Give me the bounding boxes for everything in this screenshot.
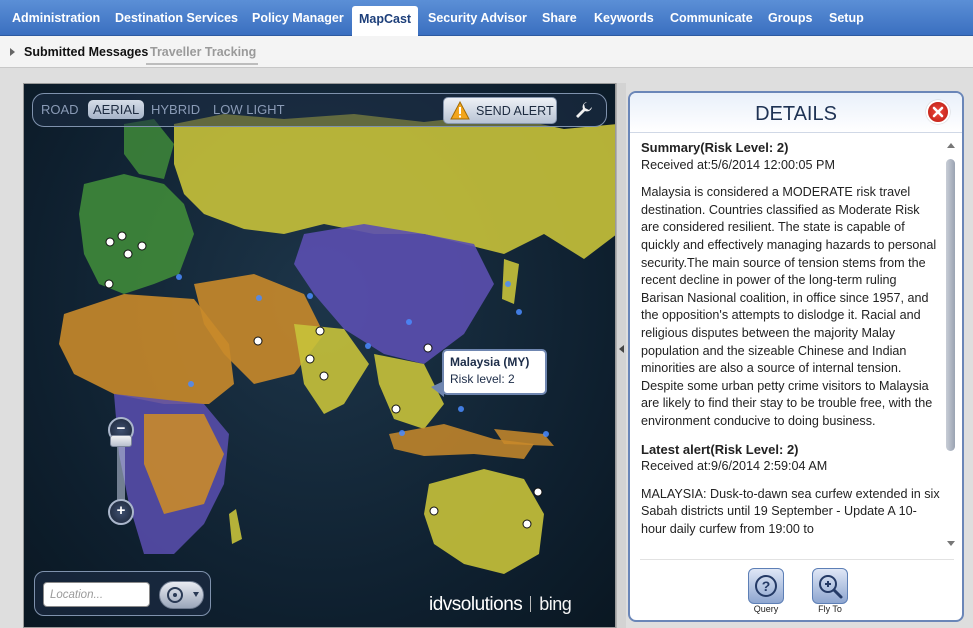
brand-separator [530, 596, 532, 612]
tab-communicate[interactable]: Communicate [670, 5, 753, 35]
brand-idvsolutions: idvsolutions [429, 594, 523, 615]
tab-policy-manager[interactable]: Policy Manager [252, 5, 344, 35]
incident-marker-europe-5 [104, 279, 114, 289]
traveller-dot-10 [543, 431, 549, 437]
wrench-icon[interactable] [573, 100, 593, 120]
region-madagascar [229, 509, 242, 544]
incident-marker-europe-2 [117, 231, 127, 241]
summary-body: Malaysia is considered a MODERATE risk t… [641, 185, 937, 428]
subnav-active-underline [146, 63, 258, 65]
tab-groups[interactable]: Groups [768, 5, 812, 35]
traveller-dot-5 [406, 319, 412, 325]
tab-setup[interactable]: Setup [829, 5, 864, 35]
tab-mapcast[interactable]: MapCast [352, 6, 419, 36]
sub-navigation: Submitted Messages Traveller Tracking [0, 36, 973, 68]
incident-marker-europe-4 [137, 241, 147, 251]
traveller-dot-9 [458, 406, 464, 412]
incident-marker-india-1 [315, 326, 325, 336]
details-header: DETAILS [630, 93, 962, 133]
tab-security-advisor[interactable]: Security Advisor [428, 5, 527, 35]
alert-heading: Latest alert(Risk Level: 2) [641, 441, 799, 457]
warning-icon [450, 101, 470, 120]
details-scrollbar[interactable] [944, 141, 958, 551]
details-scroll-area[interactable]: Summary(Risk Level: 2) Received at:5/6/2… [630, 135, 962, 555]
traveller-dot-4 [307, 293, 313, 299]
scroll-down-arrow-icon[interactable] [947, 541, 955, 546]
traveller-dot-2 [256, 295, 262, 301]
incident-marker-australia-1 [429, 506, 439, 516]
top-navigation: Administration Destination Services Poli… [0, 0, 973, 36]
popup-tail [431, 381, 444, 397]
alert-body: MALAYSIA: Dusk-to-dawn sea curfew extend… [641, 486, 940, 536]
tab-administration[interactable]: Administration [12, 5, 100, 35]
traveller-dot-8 [365, 343, 371, 349]
traveller-dot-7 [516, 309, 522, 315]
svg-text:?: ? [762, 578, 771, 594]
query-label: Query [753, 604, 779, 614]
query-icon: ? [755, 575, 777, 597]
locate-icon [167, 587, 199, 603]
details-panel: DETAILS Summary(Risk Level: 2) Received … [628, 91, 964, 622]
incident-marker-india-2 [305, 354, 315, 364]
region-japan [502, 259, 519, 304]
subnav-traveller-tracking[interactable]: Traveller Tracking [150, 45, 256, 59]
summary-received: Received at:5/6/2014 12:00:05 PM [641, 157, 835, 172]
map-mode-aerial[interactable]: AERIAL [88, 100, 145, 119]
popup-country-title: Malaysia (MY) [450, 355, 530, 369]
subnav-submitted-messages[interactable]: Submitted Messages [24, 45, 148, 59]
map-mode-toolbar: ROAD AERIAL HYBRID LOW LIGHT SEND ALERT [32, 93, 607, 127]
locate-button[interactable] [159, 581, 204, 609]
alert-received: Received at:9/6/2014 2:59:04 AM [641, 459, 828, 474]
incident-marker-india-3 [319, 371, 329, 381]
location-input[interactable] [43, 582, 150, 607]
incident-marker-middle-east [253, 336, 263, 346]
map-mode-road[interactable]: ROAD [41, 102, 79, 117]
zoom-control: − + [108, 417, 134, 527]
incident-marker-australia-3 [522, 519, 532, 529]
send-alert-button[interactable]: SEND ALERT [443, 97, 557, 124]
close-icon [932, 106, 944, 118]
scroll-thumb[interactable] [946, 159, 955, 451]
region-scandinavia [124, 119, 174, 179]
traveller-dot-6 [505, 281, 511, 287]
brand-bing: bing [539, 594, 572, 614]
map-view[interactable]: ROAD AERIAL HYBRID LOW LIGHT SEND ALERT … [23, 83, 616, 628]
tab-share[interactable]: Share [542, 5, 577, 35]
details-title: DETAILS [755, 103, 837, 125]
panel-splitter[interactable] [616, 83, 626, 628]
traveller-dot-3 [188, 381, 194, 387]
zoom-slider-handle[interactable] [110, 435, 132, 447]
fly-to-icon [819, 575, 843, 599]
send-alert-label: SEND ALERT [476, 104, 554, 118]
popup-risk-level: Risk level: 2 [450, 372, 515, 386]
collapse-arrow-icon[interactable] [619, 345, 624, 353]
incident-marker-malaysia [391, 404, 401, 414]
summary-heading: Summary(Risk Level: 2) [641, 140, 789, 155]
map-mode-hybrid[interactable]: HYBRID [151, 102, 200, 117]
traveller-dot-11 [399, 430, 405, 436]
fly-to-button[interactable] [812, 568, 848, 604]
incident-marker-southeast-asia [423, 343, 433, 353]
zoom-in-button[interactable]: + [108, 499, 134, 525]
location-search-box [34, 571, 211, 616]
incident-marker-europe-1 [105, 237, 115, 247]
details-content: Summary(Risk Level: 2) Received at:5/6/2… [641, 139, 941, 538]
map-brand: idvsolutions bing [429, 594, 572, 616]
fly-to-label: Fly To [818, 604, 842, 614]
query-button[interactable]: ? [748, 568, 784, 604]
traveller-dot-1 [176, 274, 182, 280]
incident-marker-australia-2 [533, 487, 543, 497]
expand-arrow-icon [10, 48, 15, 56]
close-button[interactable] [926, 100, 950, 124]
incident-marker-europe-3 [123, 249, 133, 259]
tab-keywords[interactable]: Keywords [594, 5, 654, 35]
scroll-up-arrow-icon[interactable] [947, 143, 955, 148]
country-popup: Malaysia (MY) Risk level: 2 [431, 349, 547, 397]
tab-destination-services[interactable]: Destination Services [115, 5, 238, 35]
map-mode-low-light[interactable]: LOW LIGHT [213, 102, 285, 117]
details-actions: ? Query Fly To [640, 559, 954, 617]
